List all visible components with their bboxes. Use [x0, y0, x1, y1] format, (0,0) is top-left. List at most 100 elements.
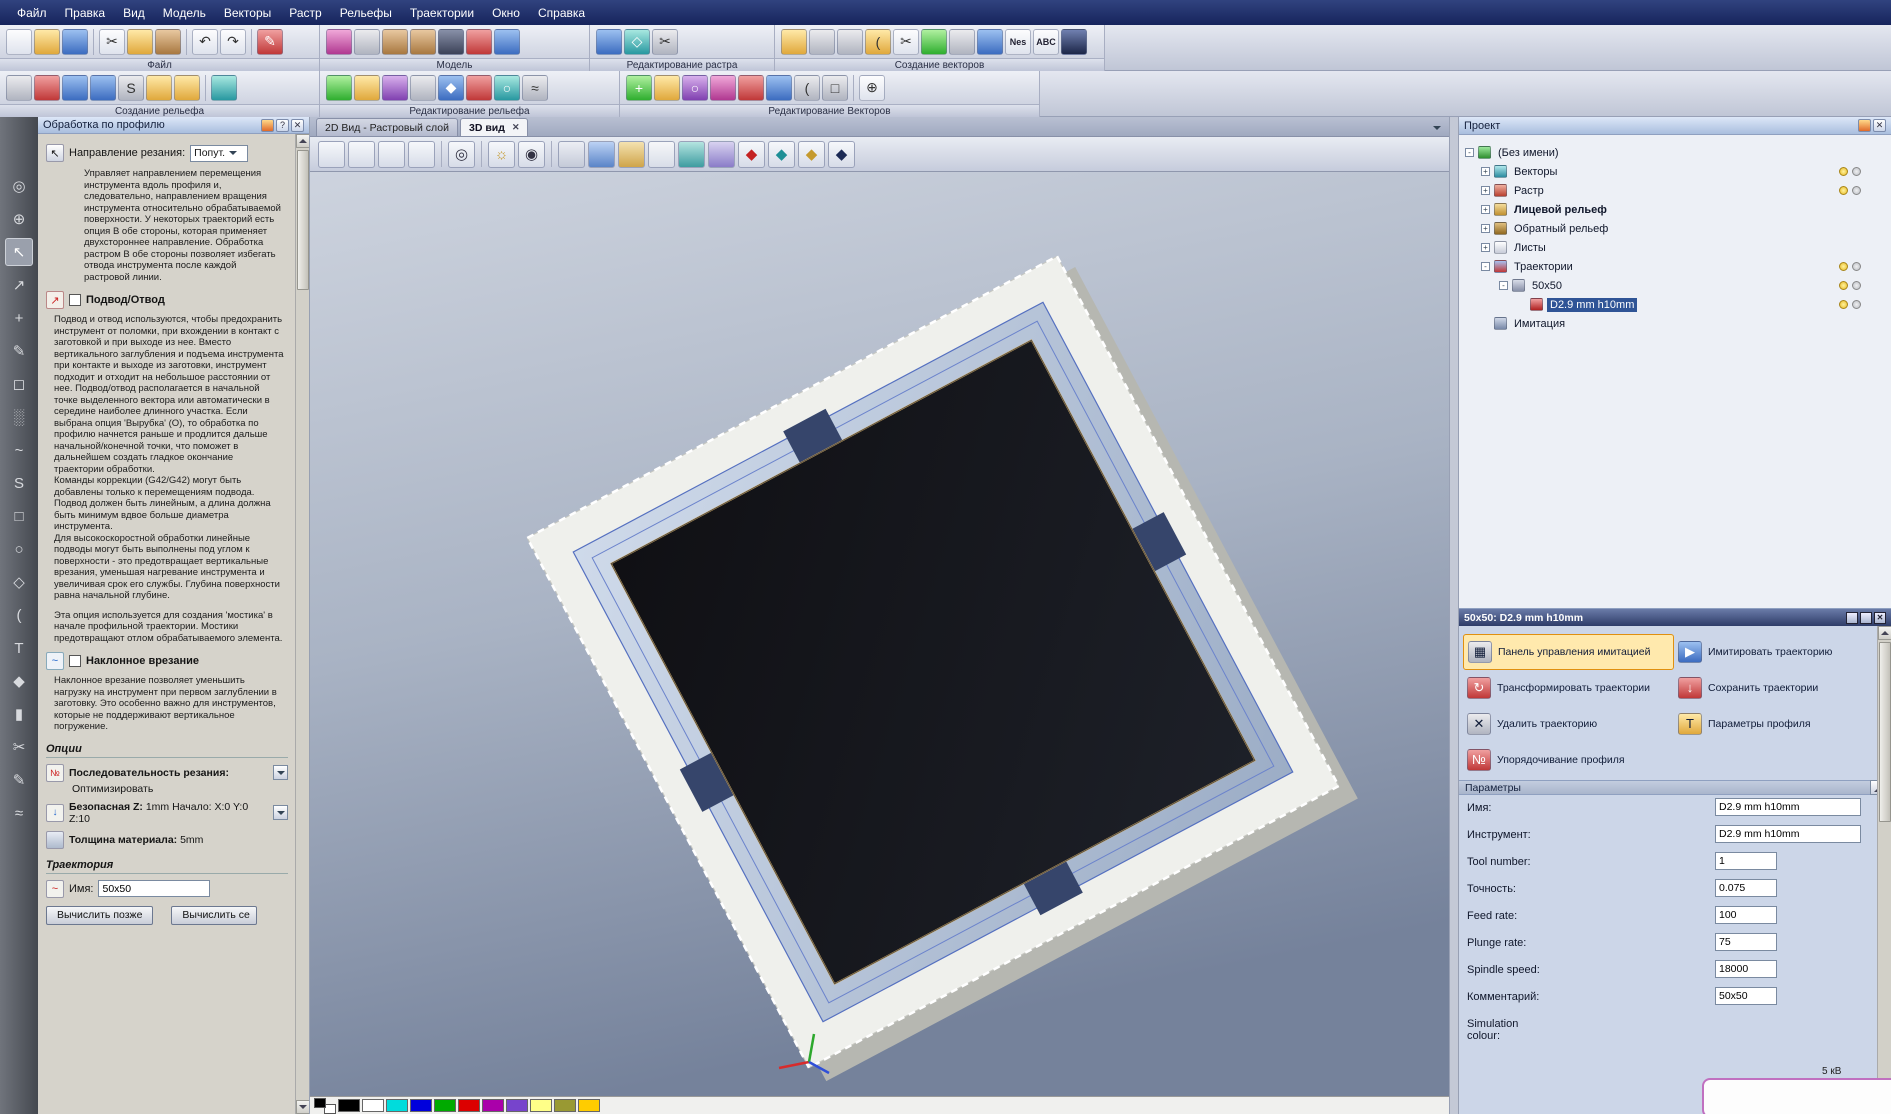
zoom-tool-icon[interactable]: ◎: [5, 172, 33, 200]
flower-icon[interactable]: [766, 74, 792, 101]
help-icon[interactable]: ?: [276, 118, 289, 132]
transform-tool-icon[interactable]: ↗: [5, 271, 33, 299]
param-plunge-rate-input[interactable]: [1715, 933, 1777, 951]
vector-join-icon[interactable]: [949, 28, 975, 55]
path-points-icon[interactable]: [837, 28, 863, 55]
vase-icon[interactable]: [654, 74, 680, 101]
paint-tool-icon[interactable]: ▮: [5, 700, 33, 728]
palette-swatch[interactable]: [482, 1099, 504, 1112]
profile-ordering-button[interactable]: № Упорядочивание профиля: [1463, 742, 1674, 778]
calculate-later-button[interactable]: Вычислить позже: [46, 905, 154, 925]
vector-trim-icon[interactable]: ✂: [893, 28, 919, 55]
orbit-tool-icon[interactable]: ⊕: [5, 205, 33, 233]
side-view-icon[interactable]: [378, 140, 405, 168]
redo-icon[interactable]: ↷: [220, 28, 246, 55]
teal-material-icon[interactable]: [678, 140, 705, 168]
visibility-bulb-icon[interactable]: [1839, 300, 1848, 309]
relief-diamond-red-icon[interactable]: ◆: [738, 140, 765, 168]
lighting-icon[interactable]: ☼: [488, 140, 515, 168]
freehand-tool-icon[interactable]: ~: [5, 436, 33, 464]
sculpt-icon[interactable]: [90, 74, 116, 101]
columns-icon[interactable]: [410, 74, 436, 101]
subpanel-scrollbar[interactable]: [1877, 626, 1891, 1114]
expander-icon[interactable]: +: [1481, 186, 1490, 195]
dot-grid-icon[interactable]: [738, 74, 764, 101]
tree-item-raster[interactable]: + Растр: [1459, 181, 1891, 200]
close-icon[interactable]: ✕: [1874, 611, 1886, 624]
param-spindle-speed-input[interactable]: [1715, 960, 1777, 978]
expander-icon[interactable]: -: [1499, 281, 1508, 290]
palette-swatch[interactable]: [458, 1099, 480, 1112]
expander-icon[interactable]: +: [1481, 167, 1490, 176]
tree-item-simulation[interactable]: Имитация: [1459, 314, 1891, 333]
arc-create-icon[interactable]: (: [865, 28, 891, 55]
delete-toolpath-button[interactable]: ✕ Удалить траекторию: [1463, 706, 1674, 742]
lock-icon[interactable]: [1852, 186, 1861, 195]
palette-swatch[interactable]: [338, 1099, 360, 1112]
param-comment-input[interactable]: [1715, 987, 1777, 1005]
relief-blob-icon[interactable]: [34, 74, 60, 101]
preview-icon[interactable]: [354, 28, 380, 55]
palette-swatch[interactable]: [434, 1099, 456, 1112]
expander-icon[interactable]: +: [1481, 205, 1490, 214]
tree-item-sheets[interactable]: + Листы: [1459, 238, 1891, 257]
lock-icon[interactable]: [1852, 167, 1861, 176]
scrollbar-thumb[interactable]: [297, 150, 309, 290]
panel-splitter[interactable]: [1449, 117, 1459, 1114]
model-b-icon[interactable]: [410, 28, 436, 55]
pyramid-icon[interactable]: [146, 74, 172, 101]
vector-check-icon[interactable]: [921, 28, 947, 55]
flat-shade-icon[interactable]: [558, 140, 585, 168]
close-tab-icon[interactable]: ✕: [512, 122, 520, 133]
add-vector-icon[interactable]: +: [626, 74, 652, 101]
smooth-tool-icon[interactable]: ≈: [5, 799, 33, 827]
palette-swatch[interactable]: [530, 1099, 552, 1112]
toolpath-name-input[interactable]: [98, 880, 211, 897]
palette-swatch[interactable]: [386, 1099, 408, 1112]
palette-swatch[interactable]: [410, 1099, 432, 1112]
menu-item-file[interactable]: Файл: [8, 2, 56, 24]
menu-item-toolpaths[interactable]: Траектории: [401, 2, 483, 24]
swirl-icon[interactable]: S: [118, 74, 144, 101]
tree-item-toolpath-50x50[interactable]: - 50x50: [1459, 276, 1891, 295]
param-tool-input[interactable]: [1715, 825, 1861, 843]
raster-attach-icon[interactable]: [596, 28, 622, 55]
top-view-icon[interactable]: [408, 140, 435, 168]
circle-tool-icon[interactable]: ○: [5, 535, 33, 563]
menu-item-edit[interactable]: Правка: [56, 2, 115, 24]
spray-tool-icon[interactable]: ░: [5, 403, 33, 431]
param-tool-number-input[interactable]: [1715, 852, 1777, 870]
tree-item-toolpaths[interactable]: - Траектории: [1459, 257, 1891, 276]
float-icon[interactable]: [1860, 611, 1872, 624]
mask-icon[interactable]: [438, 28, 464, 55]
pin-icon[interactable]: [261, 118, 274, 132]
draft-diamond-icon[interactable]: ◆: [828, 140, 855, 168]
model-a-icon[interactable]: [382, 28, 408, 55]
iso-view-icon[interactable]: [318, 140, 345, 168]
paste-icon[interactable]: [155, 28, 181, 55]
3d-canvas[interactable]: [310, 172, 1449, 1096]
text-tool-icon[interactable]: T: [5, 634, 33, 662]
zoom-window-icon[interactable]: ◎: [448, 140, 475, 168]
relief-diamond-gold-icon[interactable]: ◆: [798, 140, 825, 168]
palette-swatch[interactable]: [362, 1099, 384, 1112]
snap-nodes-icon[interactable]: [809, 28, 835, 55]
shading-eye-icon[interactable]: ◉: [518, 140, 545, 168]
tree-item-back-relief[interactable]: + Обратный рельеф: [1459, 219, 1891, 238]
move-tool-icon[interactable]: +: [5, 304, 33, 332]
expander-icon[interactable]: +: [1481, 243, 1490, 252]
big-tool-icon[interactable]: [1061, 28, 1087, 55]
param-tolerance-input[interactable]: [1715, 879, 1777, 897]
sphere-icon[interactable]: [494, 28, 520, 55]
menu-item-help[interactable]: Справка: [529, 2, 594, 24]
transform-toolpath-button[interactable]: ↻ Трансформировать траектории: [1463, 670, 1674, 706]
texture-icon[interactable]: [382, 74, 408, 101]
lock-icon[interactable]: [1852, 262, 1861, 271]
param-feed-rate-input[interactable]: [1715, 906, 1777, 924]
profile-parameters-button[interactable]: T Параметры профиля: [1674, 706, 1885, 742]
tab-3d-view[interactable]: 3D вид ✕: [460, 118, 529, 136]
palette-swatch[interactable]: [578, 1099, 600, 1112]
simulation-control-panel-button[interactable]: ▦ Панель управления имитацией: [1463, 634, 1674, 670]
dock-icon[interactable]: [1846, 611, 1858, 624]
pattern-icon[interactable]: [710, 74, 736, 101]
